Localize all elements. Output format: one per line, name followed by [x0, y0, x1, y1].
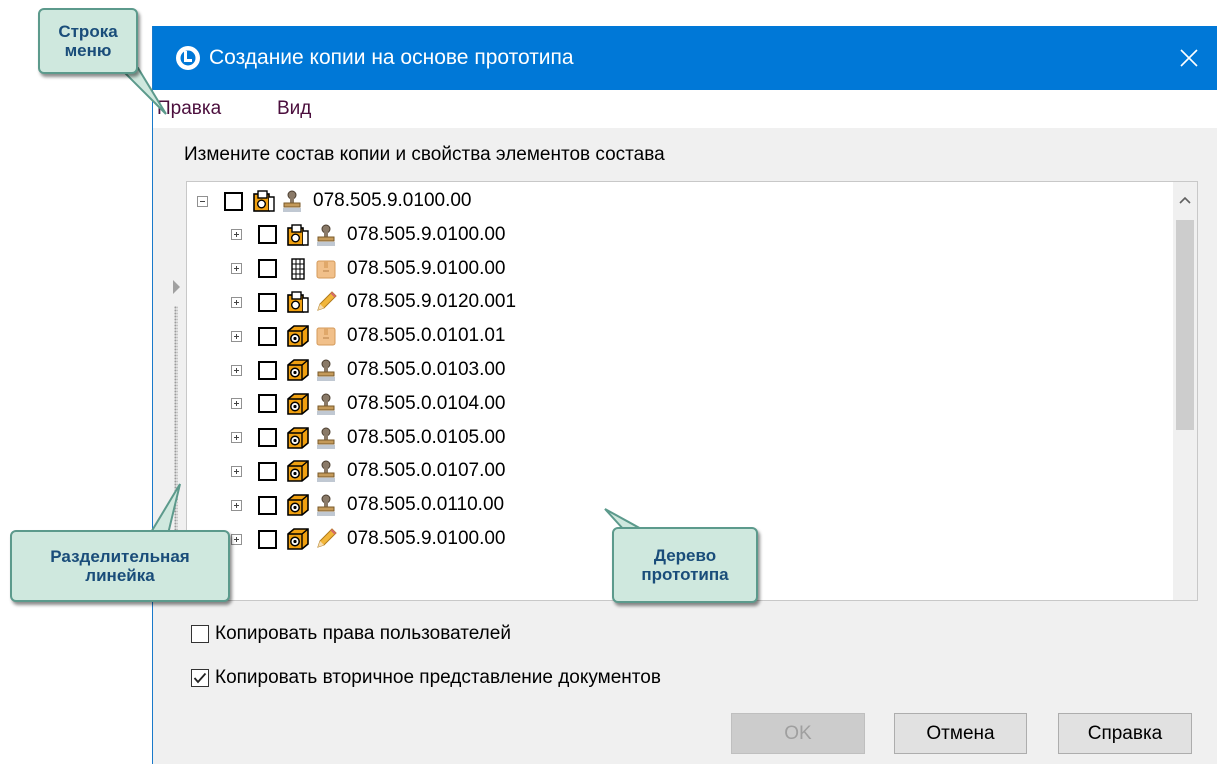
- tree-node[interactable]: 078.505.9.0100.00: [231, 219, 506, 251]
- stamp-icon: [313, 391, 339, 417]
- cancel-button[interactable]: Отмена: [894, 713, 1027, 754]
- tree-node-checkbox[interactable]: [258, 428, 277, 448]
- package-icon: [313, 323, 339, 349]
- expand-toggle-icon[interactable]: [231, 432, 242, 444]
- scroll-up-button[interactable]: [1173, 190, 1197, 210]
- assembly-icon: [285, 289, 311, 315]
- tree-node-label[interactable]: 078.505.0.0101.01: [347, 325, 506, 347]
- tree-node[interactable]: 078.505.0.0101.01: [231, 320, 506, 352]
- menu-bar: Правка Вид: [153, 90, 1217, 128]
- tree-node-label[interactable]: 078.505.9.0100.00: [347, 528, 506, 550]
- help-button[interactable]: Справка: [1058, 713, 1192, 754]
- copy-secondary-checkbox[interactable]: [191, 669, 209, 687]
- callout-tree: Дерево прототипа: [612, 527, 758, 603]
- copy-secondary-label[interactable]: Копировать вторичное представление докум…: [215, 667, 661, 689]
- copy-secondary-option[interactable]: Копировать вторичное представление докум…: [191, 667, 661, 689]
- stamp-icon: [279, 188, 305, 214]
- app-logo-icon: [175, 45, 201, 71]
- document-grid-icon: [285, 256, 311, 282]
- scroll-thumb[interactable]: [1176, 220, 1194, 430]
- instruction-text: Измените состав копии и свойства элемент…: [184, 144, 665, 165]
- tree-vertical-scrollbar[interactable]: [1173, 182, 1197, 600]
- stamp-icon: [313, 357, 339, 383]
- collapse-toggle-icon[interactable]: [197, 195, 208, 207]
- menu-view[interactable]: Вид: [277, 98, 311, 120]
- tree-node-label[interactable]: 078.505.0.0105.00: [347, 427, 506, 449]
- package-icon: [313, 256, 339, 282]
- tree-node-label[interactable]: 078.505.0.0107.00: [347, 460, 506, 482]
- close-button[interactable]: [1160, 26, 1217, 90]
- tree-node[interactable]: 078.505.0.0103.00: [231, 354, 506, 386]
- expand-toggle-icon[interactable]: [231, 465, 242, 477]
- callout-splitter: Разделительная линейка: [10, 530, 230, 602]
- tree-node[interactable]: 078.505.0.0107.00: [231, 455, 506, 487]
- assembly-icon: [251, 188, 277, 214]
- tree-node-checkbox[interactable]: [258, 529, 277, 549]
- tree-node[interactable]: 078.505.9.0120.001: [231, 286, 516, 318]
- window-title: Создание копии на основе прототипа: [209, 46, 574, 69]
- ok-button[interactable]: OK: [731, 713, 865, 754]
- menu-edit[interactable]: Правка: [157, 98, 221, 120]
- tree-node-label[interactable]: 078.505.9.0100.00: [313, 190, 472, 212]
- expand-toggle-icon[interactable]: [231, 263, 242, 275]
- copy-rights-checkbox[interactable]: [191, 625, 209, 643]
- tree-node[interactable]: 078.505.0.0105.00: [231, 422, 506, 454]
- stamp-icon: [313, 492, 339, 518]
- expand-toggle-icon[interactable]: [231, 296, 242, 308]
- tree-node[interactable]: 078.505.0.0110.00: [231, 489, 504, 521]
- part-icon: [285, 391, 311, 417]
- splitter-grip[interactable]: [174, 306, 178, 536]
- tree-node-label[interactable]: 078.505.0.0110.00: [347, 494, 504, 516]
- chevron-up-icon: [1179, 196, 1191, 204]
- expand-toggle-icon[interactable]: [231, 229, 242, 241]
- tree-node-checkbox[interactable]: [224, 191, 243, 211]
- tree-node-checkbox[interactable]: [258, 495, 277, 515]
- tree-node-label[interactable]: 078.505.9.0120.001: [347, 291, 516, 313]
- tree-node[interactable]: 078.505.9.0100.00: [231, 523, 506, 555]
- splitter-arrow-icon[interactable]: [173, 280, 180, 294]
- close-icon: [1180, 49, 1198, 67]
- tree-node-checkbox[interactable]: [258, 292, 277, 312]
- expand-toggle-icon[interactable]: [231, 499, 242, 511]
- part-icon: [285, 357, 311, 383]
- assembly-icon: [285, 222, 311, 248]
- callout-menu-bar: Строка меню: [38, 8, 138, 74]
- pencil-icon: [313, 289, 339, 315]
- part-icon: [285, 526, 311, 552]
- copy-rights-option[interactable]: Копировать права пользователей: [191, 623, 511, 645]
- copy-rights-label[interactable]: Копировать права пользователей: [215, 623, 511, 645]
- splitter-bar[interactable]: [171, 280, 181, 550]
- part-icon: [285, 492, 311, 518]
- part-icon: [285, 323, 311, 349]
- expand-toggle-icon[interactable]: [231, 533, 242, 545]
- expand-toggle-icon[interactable]: [231, 330, 242, 342]
- tree-node-label[interactable]: 078.505.9.0100.00: [347, 224, 506, 246]
- expand-toggle-icon[interactable]: [231, 398, 242, 410]
- tree-node-label[interactable]: 078.505.9.0100.00: [347, 258, 506, 280]
- tree-node-checkbox[interactable]: [258, 394, 277, 414]
- tree-node-checkbox[interactable]: [258, 225, 277, 245]
- tree-node-label[interactable]: 078.505.0.0103.00: [347, 359, 506, 381]
- tree-node-checkbox[interactable]: [258, 461, 277, 481]
- tree-node-checkbox[interactable]: [258, 326, 277, 346]
- tree-node[interactable]: 078.505.9.0100.00: [231, 253, 506, 285]
- tree-node[interactable]: 078.505.0.0104.00: [231, 388, 506, 420]
- stamp-icon: [313, 222, 339, 248]
- part-icon: [285, 458, 311, 484]
- part-icon: [285, 425, 311, 451]
- checkmark-icon: [193, 672, 207, 684]
- stamp-icon: [313, 458, 339, 484]
- title-bar[interactable]: Создание копии на основе прототипа: [153, 26, 1217, 90]
- stamp-icon: [313, 425, 339, 451]
- expand-toggle-icon[interactable]: [231, 364, 242, 376]
- dialog-window: Создание копии на основе прототипа Правк…: [152, 26, 1217, 764]
- tree-node-checkbox[interactable]: [258, 259, 277, 279]
- tree-root-node[interactable]: 078.505.9.0100.00: [197, 185, 472, 217]
- pencil-icon: [313, 526, 339, 552]
- tree-node-checkbox[interactable]: [258, 360, 277, 380]
- tree-node-label[interactable]: 078.505.0.0104.00: [347, 393, 506, 415]
